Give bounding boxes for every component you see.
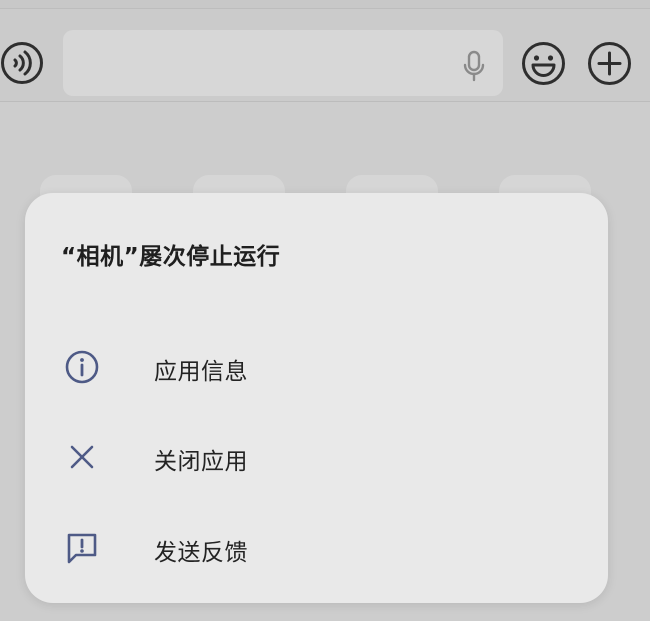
voice-toggle-button[interactable] [1, 42, 43, 84]
send-feedback-button[interactable]: 发送反馈 [25, 512, 608, 582]
app-info-label: 应用信息 [154, 359, 248, 385]
close-app-label: 关闭应用 [154, 449, 248, 475]
info-icon [65, 350, 99, 384]
close-icon [70, 445, 94, 469]
emoji-icon[interactable] [520, 40, 567, 87]
feedback-icon [67, 533, 97, 564]
app-crash-dialog: “相机”屡次停止运行 应用信息 关闭应用 发送反馈 [25, 193, 608, 603]
send-feedback-label: 发送反馈 [154, 540, 248, 566]
app-info-button[interactable]: 应用信息 [25, 331, 608, 401]
close-app-button[interactable]: 关闭应用 [25, 421, 608, 491]
dialog-title: “相机”屡次停止运行 [61, 244, 281, 270]
message-input[interactable] [63, 30, 503, 96]
plus-icon[interactable] [586, 40, 633, 87]
microphone-icon[interactable] [461, 50, 487, 82]
chat-input-bar [0, 9, 650, 102]
voice-toggle-icon [13, 50, 32, 76]
top-strip [0, 0, 650, 9]
